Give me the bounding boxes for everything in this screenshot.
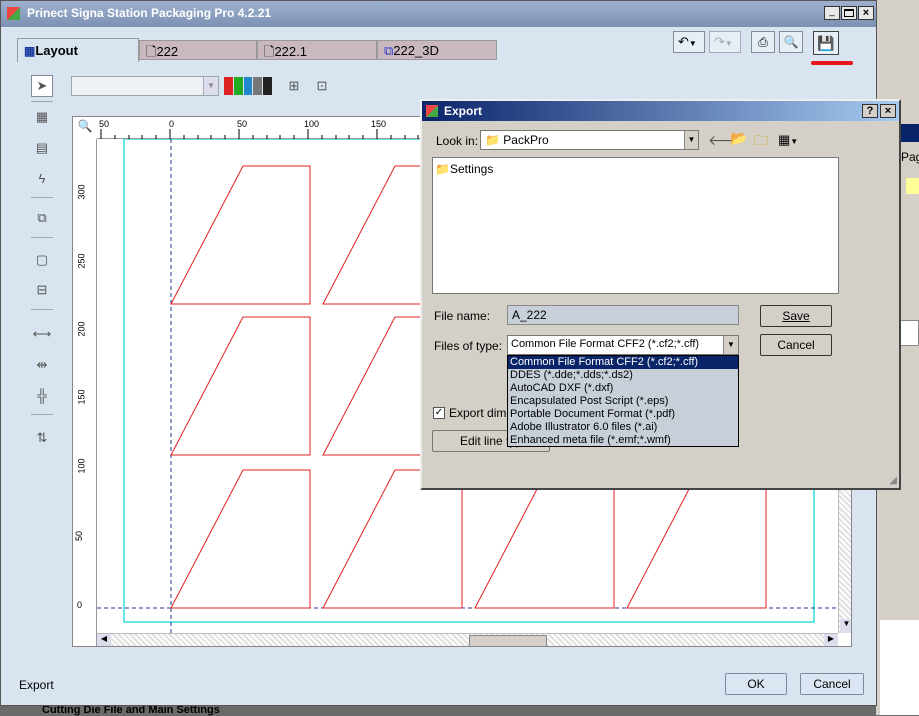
export-dialog: Export ? × Look in: 📁 PackPro ▼ 🡐 📂 🗀 ▦▼…: [420, 99, 901, 490]
print-button[interactable]: ⎙: [751, 31, 775, 53]
sheet-icon[interactable]: ▤: [31, 137, 53, 159]
dim-gap-icon[interactable]: ⇹: [31, 354, 53, 376]
dropdown-option[interactable]: AutoCAD DXF (*.dxf): [508, 382, 738, 395]
file-name-field[interactable]: A_222: [507, 305, 739, 325]
file-name-label: File name:: [434, 309, 491, 323]
color-swatch-icon[interactable]: [224, 77, 272, 95]
view-menu-icon[interactable]: ▦▼: [778, 132, 798, 148]
folder-icon: 📁: [435, 162, 450, 176]
help-button[interactable]: ?: [862, 104, 878, 118]
resize-grip-icon[interactable]: ◢: [889, 475, 897, 486]
file-list[interactable]: 📁Settings: [432, 157, 839, 294]
window-title: Prinect Signa Station Packaging Pro 4.2.…: [27, 6, 272, 20]
save-button[interactable]: Save: [760, 305, 832, 327]
maximize-button[interactable]: [841, 6, 857, 20]
property-combo[interactable]: ▼: [71, 76, 219, 96]
ungroup-icon[interactable]: ⊡: [311, 75, 333, 97]
export-icon: [426, 105, 438, 117]
dialog-title: Export: [444, 104, 483, 118]
up-folder-icon[interactable]: 📂: [730, 130, 747, 147]
cube-icon: ⧉: [384, 43, 394, 58]
frame-icon[interactable]: ▢: [31, 249, 53, 271]
rotate-icon[interactable]: ⇅: [31, 427, 53, 449]
page-icon: 🗋: [146, 44, 157, 59]
folder-icon: 📁: [485, 133, 500, 147]
ok-button[interactable]: OK: [725, 673, 787, 695]
background-pag-label: Pag: [901, 150, 919, 164]
dropdown-option[interactable]: DDES (*.dde;*.dds;*.ds2): [508, 369, 738, 382]
print-preview-button[interactable]: 🔍: [779, 31, 803, 53]
red-underline-mark: [811, 61, 853, 65]
layout-grid-icon[interactable]: ▦: [31, 106, 53, 128]
dropdown-option[interactable]: Enhanced meta file (*.emf;*.wmf): [508, 434, 738, 447]
app-icon: [7, 7, 20, 20]
look-in-select[interactable]: 📁 PackPro ▼: [480, 130, 699, 150]
dialog-close-button[interactable]: ×: [880, 104, 896, 118]
grid-icon: ▦: [24, 44, 36, 58]
minimize-button[interactable]: _: [824, 6, 840, 20]
horizontal-scroll-thumb[interactable]: [469, 635, 547, 646]
save-icon-button[interactable]: 💾: [813, 31, 839, 55]
undo-button[interactable]: ↶▼: [673, 31, 705, 53]
look-in-label: Look in:: [436, 134, 479, 148]
cancel-button[interactable]: Cancel: [800, 673, 864, 695]
align-icon[interactable]: ⊟: [31, 279, 53, 301]
new-folder-icon[interactable]: 🗀: [754, 130, 768, 154]
group-icon[interactable]: ⊞: [283, 75, 305, 97]
dialog-cancel-button[interactable]: Cancel: [760, 334, 832, 356]
tab-222-1[interactable]: 🗋222.1: [257, 40, 377, 60]
dropdown-option[interactable]: Common File Format CFF2 (*.cf2;*.cff): [508, 356, 738, 369]
dropdown-option[interactable]: Portable Document Format (*.pdf): [508, 408, 738, 421]
dropdown-option[interactable]: Encapsulated Post Script (*.eps): [508, 395, 738, 408]
copy-icon[interactable]: ⧉: [31, 207, 53, 229]
tab-222-3d[interactable]: ⧉222_3D: [377, 40, 497, 60]
dialog-title-bar: Export ? ×: [422, 101, 899, 121]
close-button[interactable]: ×: [858, 6, 874, 20]
redo-button[interactable]: ↷▼: [709, 31, 741, 53]
list-item[interactable]: 📁Settings: [435, 162, 493, 176]
dropdown-option[interactable]: Adobe Illustrator 6.0 files (*.ai): [508, 421, 738, 434]
title-bar: Prinect Signa Station Packaging Pro 4.2.…: [1, 1, 876, 27]
lightning-icon[interactable]: ϟ: [31, 167, 53, 189]
files-of-type-select[interactable]: Common File Format CFF2 (*.cf2;*.cff) ▼: [507, 335, 739, 355]
tab-222[interactable]: 🗋222: [139, 40, 257, 60]
files-of-type-label: Files of type:: [434, 339, 503, 353]
tab-layout[interactable]: ▦Layout: [17, 38, 139, 62]
zoom-icon[interactable]: 🔍: [75, 119, 95, 137]
horizontal-scrollbar[interactable]: ◀ ▶: [97, 633, 838, 646]
pointer-icon[interactable]: ➤: [31, 75, 53, 97]
file-type-dropdown[interactable]: Common File Format CFF2 (*.cf2;*.cff) DD…: [507, 355, 739, 447]
status-label: Export: [19, 678, 54, 692]
dim-horizontal-icon[interactable]: ⟷: [31, 323, 53, 345]
export-dims-checkbox[interactable]: ✓: [433, 407, 445, 419]
vertical-ruler: 300 250 200 150 100 50 0: [73, 139, 97, 646]
page-icon: 🗋: [264, 44, 275, 59]
dim-grid-icon[interactable]: ╬: [31, 384, 53, 406]
